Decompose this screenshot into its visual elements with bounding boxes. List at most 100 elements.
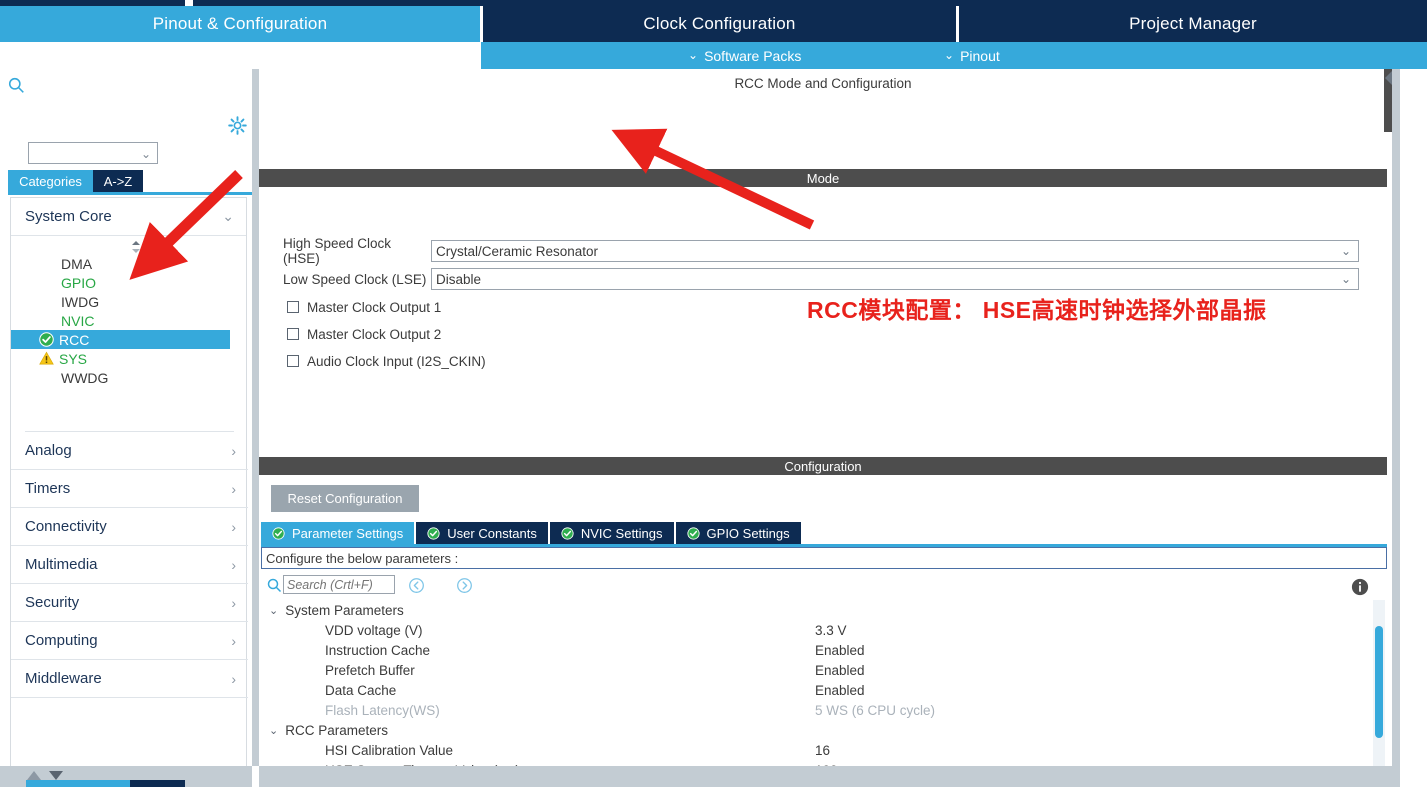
checkbox-row-mco2[interactable]: Master Clock Output 2 [287,324,441,344]
sidebar-tab-categories[interactable]: Categories [8,170,93,192]
sidebar-group-system-core-label: System Core [25,208,112,225]
table-row[interactable]: VDD voltage (V) 3.3 V [261,620,1373,640]
software-packs-label: Software Packs [704,47,802,64]
table-row[interactable]: HSI Calibration Value 16 [261,740,1373,760]
tab-nvic-settings-label: NVIC Settings [580,525,663,541]
table-row[interactable]: Prefetch Buffer Enabled [261,660,1373,680]
param-value: 16 [815,742,831,758]
sidebar-group-middleware-label: Middleware [25,670,102,687]
sidebar-item-nvic[interactable]: NVIC [11,311,248,330]
param-name: Prefetch Buffer [325,662,415,678]
sidebar-group-system-core[interactable]: System Core ⌄ [11,198,246,236]
configuration-tab-bar: Parameter Settings User Constants NVIC S… [261,522,801,544]
param-name: HSI Calibration Value [325,742,454,758]
sidebar-group-middleware[interactable]: Middleware › [11,660,248,698]
parameter-group-system-parameters-label: System Parameters [285,602,404,618]
check-circle-icon [39,332,54,347]
main-tab-bar: Pinout & Configuration Clock Configurati… [0,6,1427,42]
menu-software-packs[interactable]: ⌄ Software Packs [688,42,801,69]
parameter-search-input[interactable] [283,575,395,594]
reset-configuration-label: Reset Configuration [287,491,403,506]
sidebar-group-connectivity[interactable]: Connectivity › [11,508,248,546]
configure-note-label: Configure the below parameters : [266,550,459,566]
sidebar-item-iwdg-label: IWDG [61,293,100,310]
sidebar-search-combo[interactable]: ⌄ [28,142,158,164]
tab-user-constants[interactable]: User Constants [416,522,548,544]
checkbox-row-audio-clock-input[interactable]: Audio Clock Input (I2S_CKIN) [287,351,486,371]
chevron-right-icon: › [231,556,236,573]
lse-value: Disable [436,271,482,287]
check-circle-icon [272,526,285,540]
sidebar-group-computing-label: Computing [25,632,98,649]
sidebar-item-dma[interactable]: DMA [11,254,248,273]
audio-clock-input-label: Audio Clock Input (I2S_CKIN) [307,353,486,369]
sidebar-item-sys[interactable]: SYS [11,349,248,368]
sidebar-group-analog[interactable]: Analog › [11,432,248,470]
chevron-down-icon: ⌄ [269,724,279,737]
sidebar-group-computing[interactable]: Computing › [11,622,248,660]
reset-configuration-button[interactable]: Reset Configuration [271,485,419,512]
tab-project-manager[interactable]: Project Manager [958,6,1427,42]
configuration-section-label: Configuration [784,458,862,474]
configuration-section-header: Configuration [259,457,1387,475]
tab-nvic-settings[interactable]: NVIC Settings [549,522,674,544]
sidebar-tab-a-to-z[interactable]: A->Z [93,170,143,192]
left-sidebar: ⌄ Categories A->Z System Core ⌄ DMA GPIO… [0,69,252,787]
menu-pinout[interactable]: ⌄ Pinout [944,42,1000,69]
param-value: Enabled [815,642,865,658]
tab-gpio-settings[interactable]: GPIO Settings [675,522,801,544]
main-content: RCC Mode and Configuration Mode High Spe… [259,69,1392,787]
chevron-down-icon: ⌄ [944,47,955,62]
sidebar-bottom-scrollbar[interactable] [0,766,252,787]
sidebar-group-timers[interactable]: Timers › [11,470,248,508]
tab-pinout-configuration[interactable]: Pinout & Configuration [0,6,480,42]
tab-clock-configuration[interactable]: Clock Configuration [482,6,956,42]
vertical-splitter[interactable] [252,69,259,766]
parameter-group-rcc-parameters[interactable]: ⌄ RCC Parameters [261,720,1373,740]
sidebar-group-security[interactable]: Security › [11,584,248,622]
param-name: Flash Latency(WS) [325,702,440,718]
param-value: 5 WS (6 CPU cycle) [815,702,936,718]
audio-clock-input-checkbox[interactable] [287,355,299,367]
parameter-group-system-parameters[interactable]: ⌄ System Parameters [261,600,1373,620]
info-icon[interactable] [1351,578,1369,596]
parameter-search-row [261,572,1387,600]
chevron-right-icon: › [231,632,236,649]
param-name: VDD voltage (V) [325,622,423,638]
mco2-label: Master Clock Output 2 [307,326,442,342]
sidebar-item-iwdg[interactable]: IWDG [11,292,248,311]
sub-bar-left-spacer [0,42,481,69]
chevron-down-icon: ⌄ [140,147,151,161]
table-row[interactable]: Instruction Cache Enabled [261,640,1373,660]
lse-select[interactable]: Disable ⌄ [431,268,1359,290]
sidebar-item-gpio[interactable]: GPIO [11,273,248,292]
scroll-spinner-icon[interactable] [129,240,143,254]
sidebar-tab-categories-label: Categories [19,173,82,189]
right-splitter[interactable] [1392,69,1400,787]
tab-parameter-settings[interactable]: Parameter Settings [261,522,415,544]
param-value: 3.3 V [815,622,847,638]
nav-back-icon[interactable] [408,577,425,594]
sidebar-group-analog-label: Analog [25,442,72,459]
mco2-checkbox[interactable] [287,328,299,340]
param-value: Enabled [815,662,865,678]
parameter-list-scroll-thumb[interactable] [1375,626,1383,738]
table-row[interactable]: Data Cache Enabled [261,680,1373,700]
tab-clock-label: Clock Configuration [643,14,796,33]
collapse-arrow-down-icon[interactable] [1384,92,1393,118]
gear-icon[interactable] [228,116,247,135]
sidebar-tab-underline [8,192,252,195]
chevron-down-icon: ⌄ [269,604,279,617]
nav-forward-icon[interactable] [456,577,473,594]
hse-select[interactable]: Crystal/Ceramic Resonator ⌄ [431,240,1359,262]
mode-section-label: Mode [806,170,840,186]
chevron-down-icon: ⌄ [222,208,234,224]
sidebar-group-multimedia[interactable]: Multimedia › [11,546,248,584]
sidebar-item-rcc[interactable]: RCC [11,330,230,349]
sidebar-item-wwdg[interactable]: WWDG [11,368,248,387]
parameter-list-scrollbar[interactable] [1373,600,1385,787]
field-row-hse: High Speed Clock (HSE) Crystal/Ceramic R… [283,236,1359,266]
chevron-down-icon: ⌄ [688,47,699,62]
checkbox-row-mco1[interactable]: Master Clock Output 1 [287,297,441,317]
mco1-checkbox[interactable] [287,301,299,313]
